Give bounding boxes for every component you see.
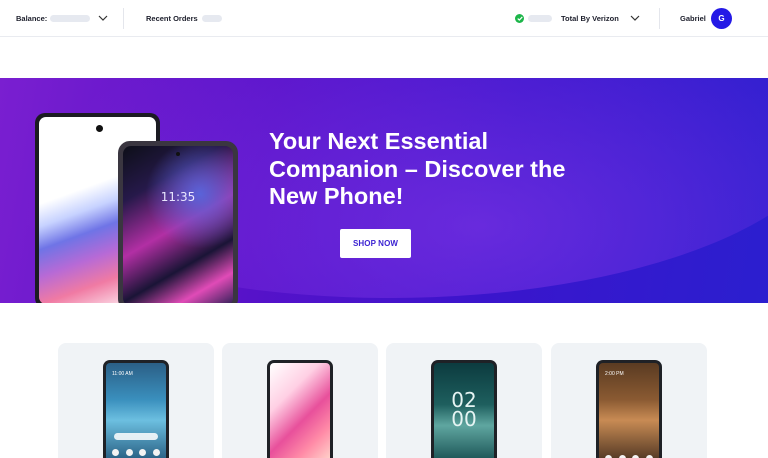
- balance-label: Balance:: [16, 13, 48, 23]
- hero-phone-front-screen: 11:35: [123, 146, 233, 303]
- phone-app-dock: [112, 449, 160, 456]
- hero-title: Your Next Essential Companion – Discover…: [269, 128, 566, 209]
- status-value-placeholder: [528, 14, 552, 22]
- product-phone-image: 2:00 PM: [596, 360, 662, 458]
- product-card[interactable]: 2:00 PM: [551, 343, 707, 458]
- divider: [123, 8, 124, 29]
- hero-phone-clock: 11:35: [160, 190, 196, 204]
- chevron-down-icon[interactable]: [98, 14, 108, 23]
- check-circle-icon: [515, 13, 524, 23]
- product-card[interactable]: [222, 343, 378, 458]
- recent-orders-count-placeholder: [201, 14, 222, 22]
- avatar-initial: G: [718, 14, 725, 23]
- connection-status: [515, 0, 552, 36]
- camera-icon: [176, 152, 180, 156]
- phone-screen-time: 2:00 PM: [605, 371, 624, 377]
- user-name[interactable]: Gabriel: [680, 0, 706, 36]
- product-phone-screen: [270, 363, 330, 458]
- phone-screen-time: 11:00 AM: [112, 371, 133, 377]
- product-phone-screen: 11:00 AM: [106, 363, 166, 458]
- plan-label: Total By Verizon: [561, 13, 619, 23]
- phone-search-bar: [114, 433, 158, 440]
- balance-value-placeholder: [50, 14, 91, 22]
- product-card[interactable]: 02 00: [386, 343, 542, 458]
- product-phone-image: [267, 360, 333, 458]
- plan-selector[interactable]: Total By Verizon: [561, 0, 640, 36]
- phone-screen-clock: 02 00: [451, 388, 477, 431]
- product-phone-screen: 02 00: [434, 363, 494, 458]
- avatar[interactable]: G: [711, 8, 732, 29]
- chevron-down-icon[interactable]: [630, 14, 640, 23]
- divider: [659, 8, 660, 29]
- hero-banner: 11:35 Your Next Essential Companion – Di…: [0, 78, 768, 303]
- balance-selector[interactable]: Balance:: [16, 0, 108, 36]
- recent-orders-label: Recent Orders: [146, 13, 198, 23]
- recent-orders-link[interactable]: Recent Orders: [146, 0, 222, 36]
- product-card[interactable]: 11:00 AM: [58, 343, 214, 458]
- hero-phone-front: 11:35: [118, 141, 238, 303]
- product-phone-image: 11:00 AM: [103, 360, 169, 458]
- top-bar: Balance: Recent Orders Total By Verizon …: [0, 0, 768, 37]
- shop-now-button[interactable]: SHOP NOW: [340, 229, 411, 258]
- camera-icon: [96, 125, 103, 132]
- product-phone-screen: 2:00 PM: [599, 363, 659, 458]
- product-phone-image: 02 00: [431, 360, 497, 458]
